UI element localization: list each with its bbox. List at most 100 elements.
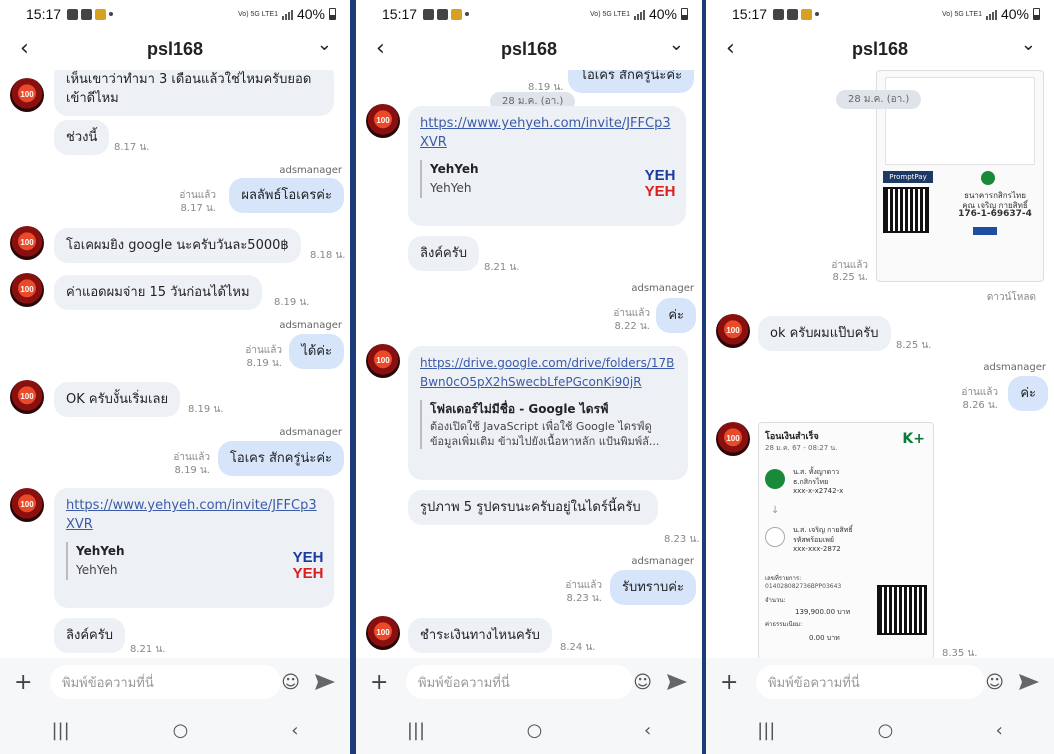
- recent-apps-icon[interactable]: |||: [757, 720, 775, 741]
- slip-title: โอนเงินสำเร็จ: [765, 432, 819, 442]
- ref-label: เลขที่รายการ:: [765, 575, 802, 582]
- message-input[interactable]: พิมพ์ข้อความที่นี่: [50, 665, 282, 699]
- notification-icons: [423, 8, 470, 20]
- chat-header: ‹ psl168 ⌄: [706, 28, 1054, 70]
- amount-value: 139,900.00 บาท: [795, 608, 851, 616]
- message-list[interactable]: 100 เห็นเขาว่าทำมา 3 เดือนแล้วใช่ไหมครับ…: [0, 70, 350, 658]
- avatar[interactable]: 100: [10, 273, 44, 307]
- message-time: 8.35 น.: [942, 648, 978, 658]
- emoji-icon[interactable]: ☺: [985, 672, 1004, 693]
- message-out[interactable]: ค่ะ: [1008, 376, 1048, 411]
- avatar[interactable]: 100: [10, 380, 44, 414]
- sender-account: xxx-x-x2742-x: [793, 487, 844, 495]
- avatar[interactable]: 100: [10, 488, 44, 522]
- message-time: 8.22 น.: [614, 321, 650, 332]
- avatar[interactable]: 100: [716, 314, 750, 348]
- home-icon[interactable]: ○: [173, 720, 189, 741]
- transfer-slip-image[interactable]: โอนเงินสำเร็จ 28 ม.ค. 67 - 08:27 น. K+ น…: [758, 422, 934, 658]
- back-icon[interactable]: ‹: [20, 36, 29, 61]
- avatar[interactable]: 100: [10, 226, 44, 260]
- emoji-icon[interactable]: ☺: [633, 672, 652, 693]
- message-out[interactable]: ผลลัพธ์โอเครค่ะ: [229, 178, 344, 213]
- back-icon[interactable]: ‹: [376, 36, 385, 61]
- chevron-down-icon[interactable]: ⌄: [1021, 34, 1036, 55]
- chevron-down-icon[interactable]: ⌄: [317, 34, 332, 55]
- message-in[interactable]: โอเคผมยิง google นะครับวันละ5000฿: [54, 228, 301, 263]
- plus-icon[interactable]: +: [720, 670, 744, 695]
- message-list[interactable]: โอเคร สักครู่น่ะค่ะ 8.19 น. 28 ม.ค. (อา.…: [356, 70, 702, 658]
- recent-apps-icon[interactable]: |||: [51, 720, 69, 741]
- message-time: 8.24 น.: [560, 642, 596, 653]
- emoji-icon[interactable]: ☺: [281, 672, 300, 693]
- date-chip: 28 ม.ค. (อา.): [836, 90, 922, 109]
- yehyeh-logo: YEH YEH: [644, 167, 676, 200]
- message-link[interactable]: https://www.yehyeh.com/invite/JFFCp3XVR: [420, 114, 674, 152]
- link-preview-card[interactable]: โฟลเดอร์ไม่มีชื่อ - Google ไดรฟ์ ต้องเปิ…: [420, 400, 676, 449]
- link-preview-card[interactable]: YehYeh YehYeh: [420, 160, 674, 198]
- nav-back-icon[interactable]: ‹: [996, 720, 1003, 741]
- fee-label: ค่าธรรมเนียม:: [765, 621, 803, 628]
- slip-date: 28 ม.ค. 67 - 08:27 น.: [765, 444, 838, 452]
- battery-percent: 40%: [296, 6, 325, 22]
- send-icon[interactable]: [666, 673, 688, 691]
- plus-icon[interactable]: +: [14, 670, 38, 695]
- message-out[interactable]: โอเคร สักครู่น่ะค่ะ: [568, 70, 695, 93]
- kbank-logo: [981, 171, 995, 185]
- back-icon[interactable]: ‹: [726, 36, 735, 61]
- link-message[interactable]: https://www.yehyeh.com/invite/JFFCp3XVR …: [54, 488, 334, 608]
- message-time: 8.26 น.: [962, 400, 998, 411]
- message-in[interactable]: OK ครับงั้นเริ่มเลย: [54, 382, 181, 417]
- message-in[interactable]: รูปภาพ 5 รูปครบนะครับอยู่ในไดร์นี้ครับ: [408, 490, 658, 525]
- message-in[interactable]: ลิงค์ครับ: [408, 236, 479, 271]
- link-preview-card[interactable]: YehYeh YehYeh: [66, 542, 322, 580]
- message-in[interactable]: ชำระเงินทางไหนครับ: [408, 618, 552, 653]
- home-icon[interactable]: ○: [878, 720, 894, 741]
- download-link[interactable]: ดาวน์โหลด: [987, 290, 1036, 305]
- signal-icon: [985, 9, 997, 20]
- message-input[interactable]: พิมพ์ข้อความที่นี่: [406, 665, 634, 699]
- recent-apps-icon[interactable]: |||: [407, 720, 425, 741]
- message-in[interactable]: ok ครับผมแป๊บครับ: [758, 316, 891, 351]
- avatar[interactable]: 100: [366, 616, 400, 650]
- send-icon[interactable]: [1018, 673, 1040, 691]
- message-in[interactable]: ค่าแอดผมจ่าย 15 วันก่อนได้ไหม: [54, 275, 262, 310]
- avatar[interactable]: 100: [366, 104, 400, 138]
- send-icon[interactable]: [314, 673, 336, 691]
- home-icon[interactable]: ○: [527, 720, 543, 741]
- message-time: 8.18 น.: [310, 250, 346, 261]
- link-message[interactable]: https://www.yehyeh.com/invite/JFFCp3XVR …: [408, 106, 686, 226]
- message-out[interactable]: โอเคร สักครู่น่ะค่ะ: [217, 441, 344, 476]
- amount-label: จำนวน:: [765, 597, 786, 604]
- notification-icons: [67, 8, 114, 20]
- message-in[interactable]: ลิงค์ครับ: [54, 618, 125, 653]
- message-out[interactable]: ได้ค่ะ: [289, 334, 344, 369]
- qr-code: [883, 187, 929, 233]
- arrow-down-icon: ↓: [771, 505, 780, 516]
- chat-header: ‹ psl168 ⌄: [0, 28, 350, 70]
- card-title: โฟลเดอร์ไม่มีชื่อ - Google ไดรฟ์: [430, 402, 609, 416]
- avatar[interactable]: 100: [366, 344, 400, 378]
- message-list[interactable]: PromptPay ธนาคารกสิกรไทย คุณ เจริญ กายสิ…: [706, 70, 1054, 658]
- chat-title: psl168: [500, 38, 558, 59]
- receiver-account: xxx-xxx-2872: [793, 545, 841, 553]
- message-in[interactable]: เห็นเขาว่าทำมา 3 เดือนแล้วใช่ไหมครับยอดเ…: [54, 70, 334, 116]
- composer: + พิมพ์ข้อความที่นี่ ☺: [0, 658, 350, 706]
- message-time: 8.25 น.: [896, 340, 932, 351]
- link-message[interactable]: https://drive.google.com/drive/folders/1…: [408, 346, 688, 480]
- message-link[interactable]: https://www.yehyeh.com/invite/JFFCp3XVR: [66, 496, 322, 534]
- message-in[interactable]: ช่วงนี้: [54, 120, 110, 155]
- composer: + พิมพ์ข้อความที่นี่ ☺: [706, 658, 1054, 706]
- message-link[interactable]: https://drive.google.com/drive/folders/1…: [420, 354, 676, 392]
- avatar[interactable]: 100: [716, 422, 750, 456]
- signal-icon: [281, 9, 293, 20]
- phone-screen-3: 15:17 Vo) 5G LTE1 40% ‹ psl168 ⌄ PromptP…: [706, 0, 1054, 754]
- avatar[interactable]: 100: [10, 78, 44, 112]
- nav-back-icon[interactable]: ‹: [644, 720, 651, 741]
- plus-icon[interactable]: +: [370, 670, 394, 695]
- message-out[interactable]: รับทราบค่ะ: [609, 570, 696, 605]
- chevron-down-icon[interactable]: ⌄: [669, 34, 684, 55]
- message-out[interactable]: ค่ะ: [656, 298, 696, 333]
- battery-percent: 40%: [648, 6, 677, 22]
- nav-back-icon[interactable]: ‹: [291, 720, 298, 741]
- message-input[interactable]: พิมพ์ข้อความที่นี่: [756, 665, 986, 699]
